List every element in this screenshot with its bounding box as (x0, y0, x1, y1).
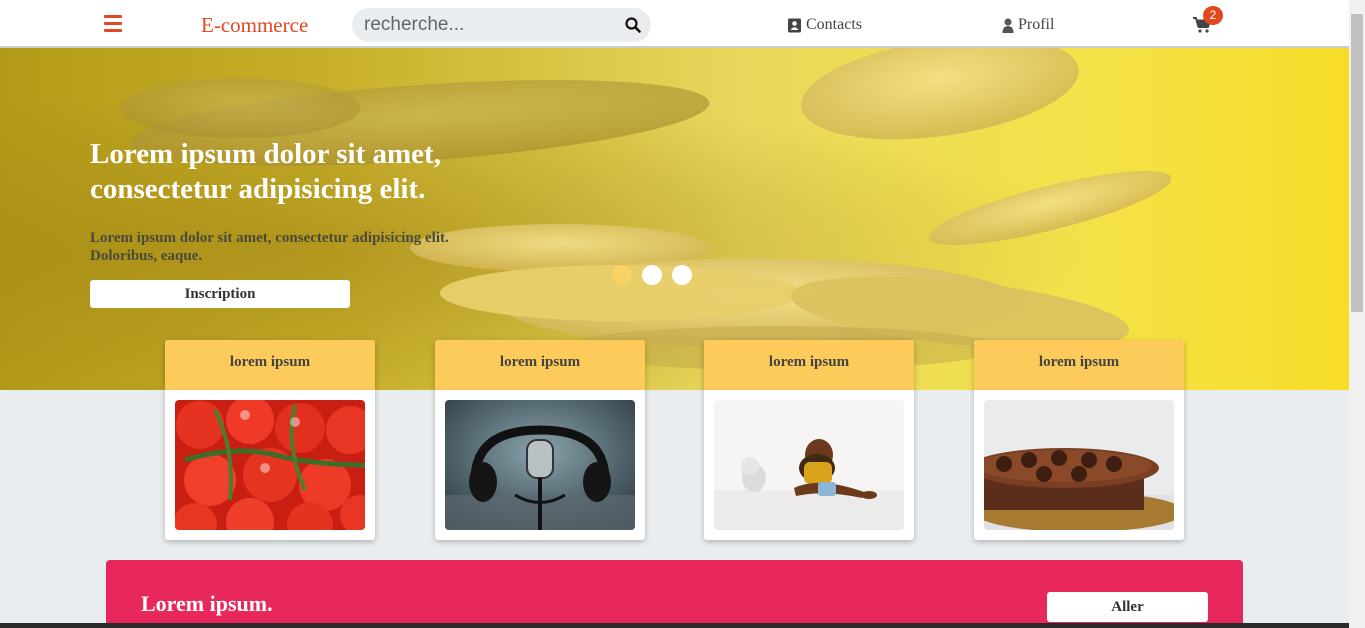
carousel-dot-1[interactable] (612, 265, 632, 285)
top-navbar: E-commerce Contacts Profil (0, 0, 1349, 48)
cart-count-badge: 2 (1203, 6, 1223, 25)
search-icon[interactable] (625, 17, 641, 33)
hero-subtitle: Lorem ipsum dolor sit amet, consectetur … (90, 230, 449, 264)
product-card-4[interactable]: lorem ipsum (974, 340, 1184, 540)
nav-contacts-label: Contacts (806, 16, 862, 33)
product-card-1[interactable]: lorem ipsum (165, 340, 375, 540)
user-icon (1002, 18, 1014, 33)
carousel-indicators (612, 265, 692, 285)
page: E-commerce Contacts Profil (0, 0, 1365, 628)
card-title: lorem ipsum (974, 340, 1184, 390)
nav-contacts-link[interactable]: Contacts (787, 16, 862, 34)
address-book-icon (788, 18, 801, 32)
card-title: lorem ipsum (704, 340, 914, 390)
card-title: lorem ipsum (165, 340, 375, 390)
child-image (714, 400, 904, 530)
brand-logo[interactable]: E-commerce (201, 13, 308, 38)
nav-profil-link[interactable]: Profil (1002, 16, 1054, 34)
bottom-edge (0, 623, 1349, 628)
promo-banner: Lorem ipsum. Aller (106, 560, 1243, 628)
search-input[interactable] (364, 8, 614, 42)
hero-title: Lorem ipsum dolor sit amet, consectetur … (90, 138, 441, 205)
card-title: lorem ipsum (435, 340, 645, 390)
hero-carousel: Lorem ipsum dolor sit amet, consectetur … (0, 48, 1349, 390)
tomatoes-image (175, 400, 365, 530)
product-card-2[interactable]: lorem ipsum (435, 340, 645, 540)
nav-profil-label: Profil (1018, 16, 1055, 33)
hamburger-icon[interactable] (104, 15, 126, 33)
inscription-button[interactable]: Inscription (90, 280, 350, 308)
microphone-image (445, 400, 635, 530)
scrollbar-thumb[interactable] (1351, 14, 1363, 312)
carousel-dot-3[interactable] (672, 265, 692, 285)
cake-image (984, 400, 1174, 530)
product-card-3[interactable]: lorem ipsum (704, 340, 914, 540)
vertical-scrollbar[interactable] (1349, 0, 1365, 628)
hero-chips-image (120, 48, 1172, 370)
search-bar (352, 8, 651, 42)
aller-button[interactable]: Aller (1047, 592, 1208, 622)
banner-title: Lorem ipsum. (141, 591, 273, 616)
carousel-dot-2[interactable] (642, 265, 662, 285)
